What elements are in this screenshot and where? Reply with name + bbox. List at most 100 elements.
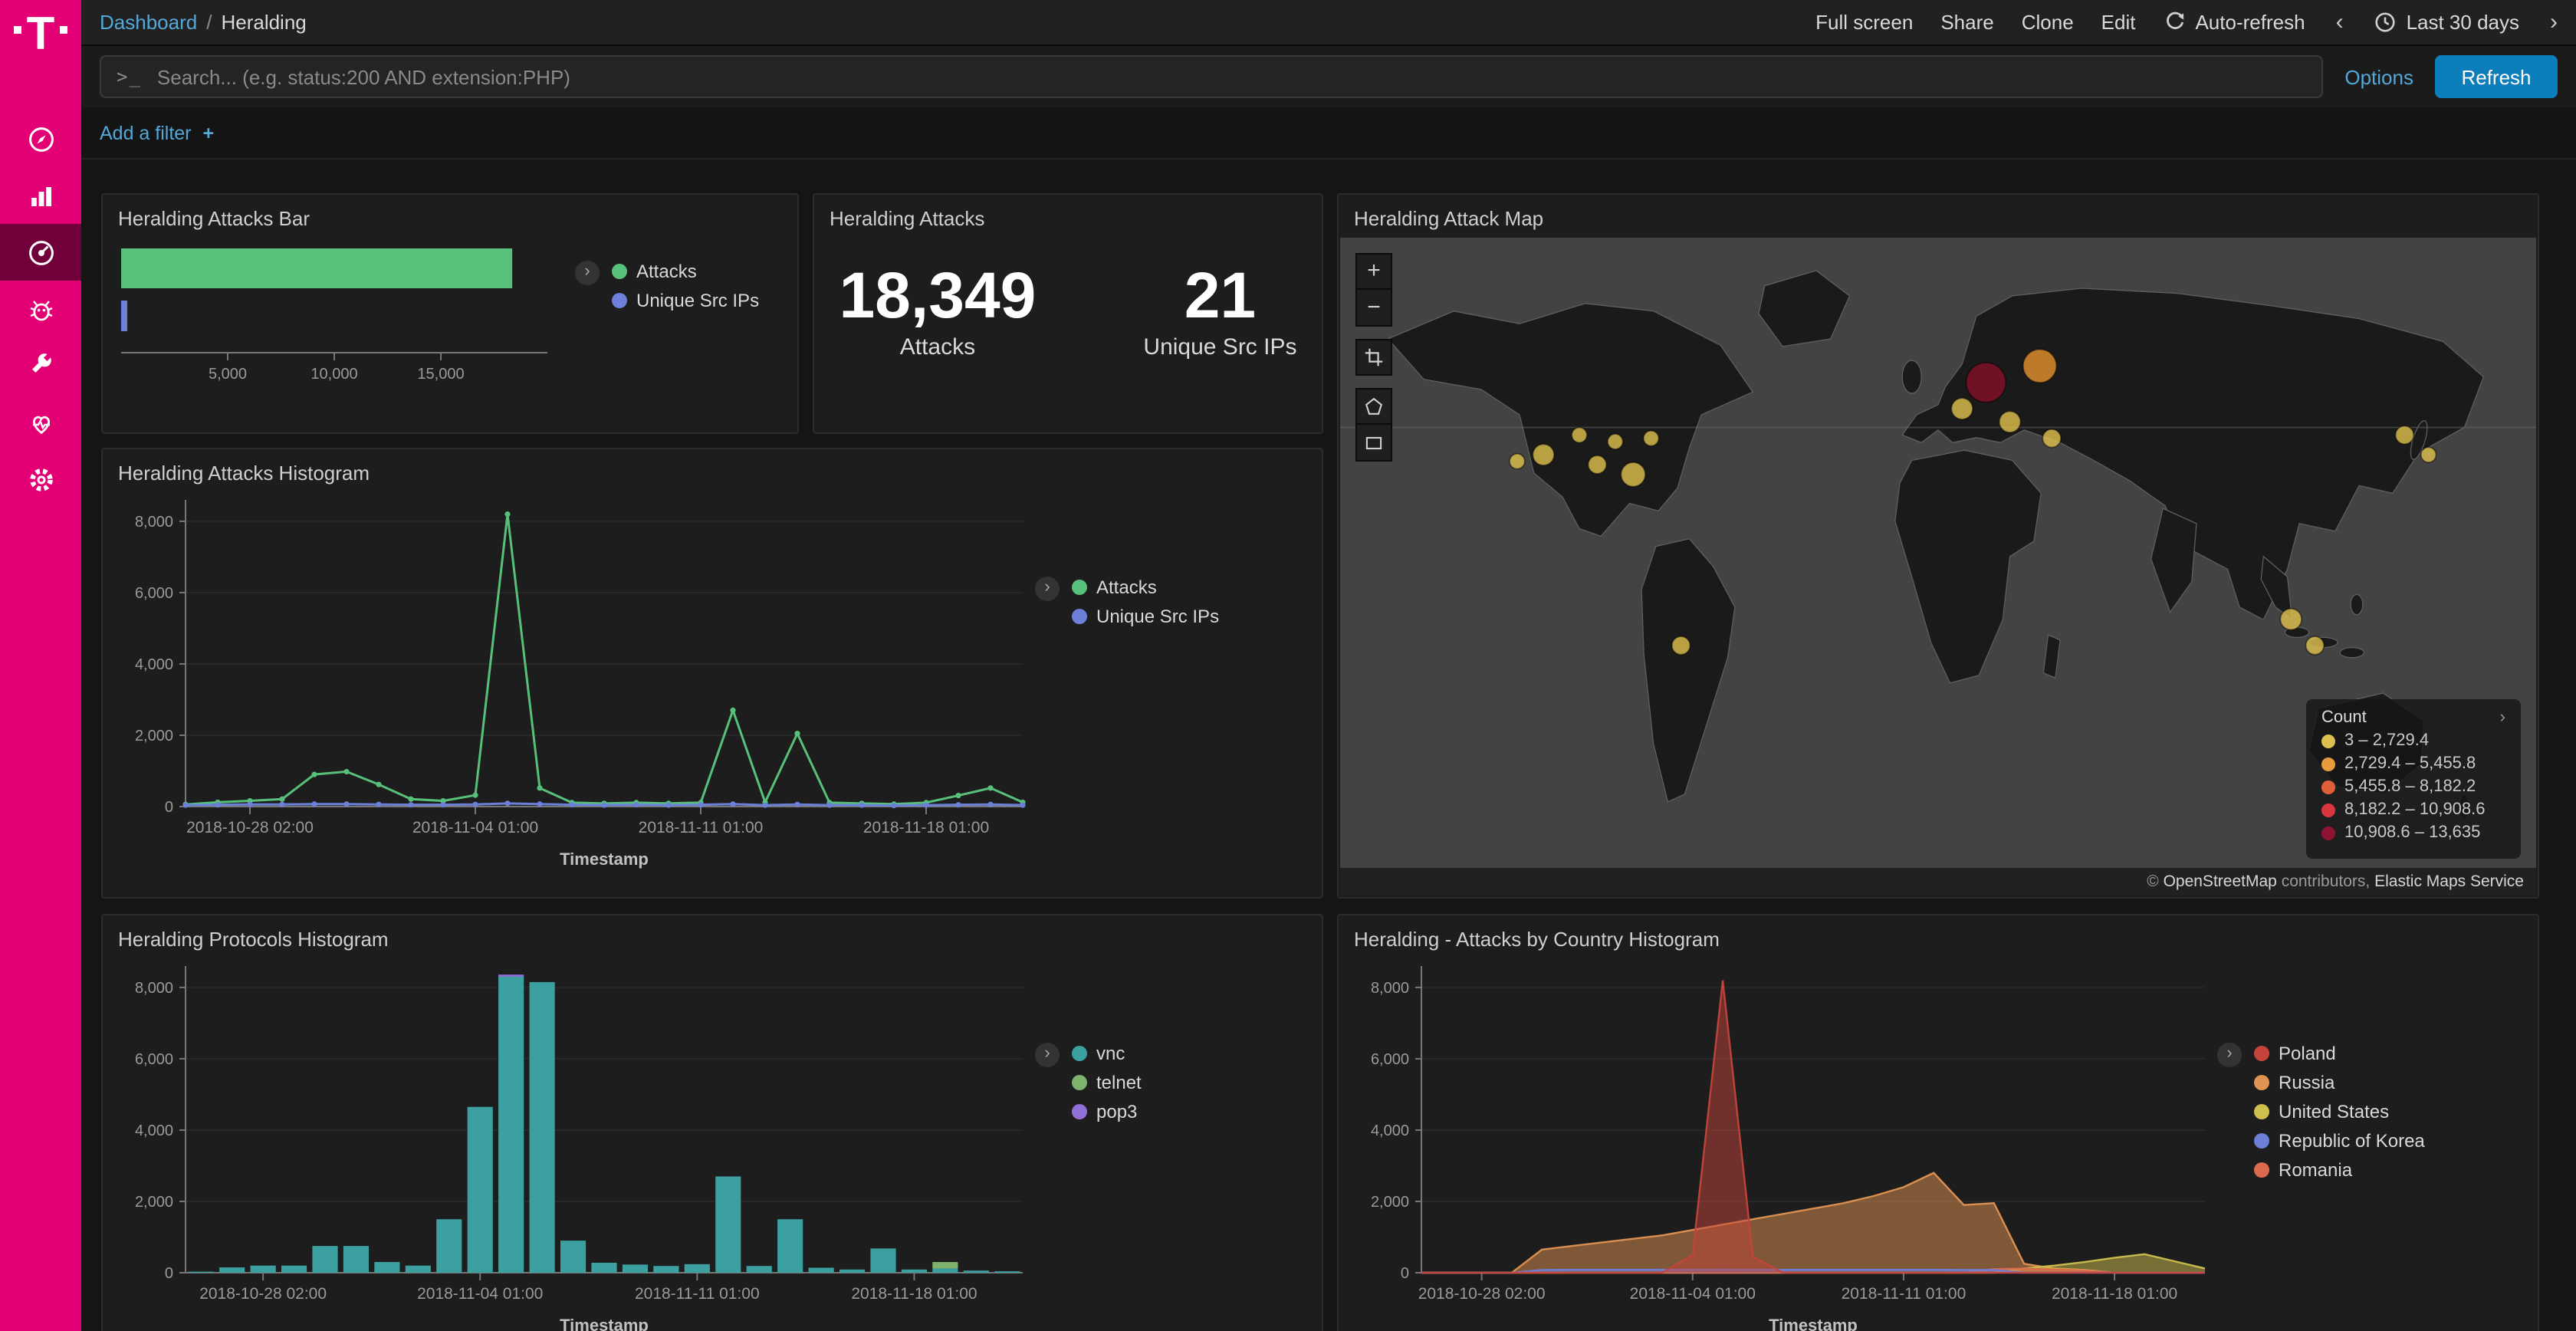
map-marker[interactable] <box>1999 411 2021 432</box>
draw-polygon-button[interactable] <box>1355 388 1392 425</box>
area-series[interactable] <box>1421 1173 2205 1273</box>
legend-item[interactable]: pop3 <box>1072 1101 1142 1122</box>
legend-item[interactable]: 3 – 2,729.4 <box>2321 731 2505 750</box>
legend-toggle-icon[interactable]: › <box>1035 577 1060 601</box>
bar-segment[interactable] <box>747 1266 772 1273</box>
map-marker[interactable] <box>1644 431 1659 446</box>
bar-segment[interactable] <box>468 1107 493 1273</box>
full-screen-button[interactable]: Full screen <box>1815 11 1913 34</box>
bar-segment[interactable] <box>251 1266 276 1273</box>
legend-item[interactable]: Poland <box>2254 1043 2425 1064</box>
bar-segment[interactable] <box>715 1176 741 1273</box>
legend-item[interactable]: United States <box>2254 1101 2425 1122</box>
sidebar-item-dashboard[interactable] <box>0 224 81 281</box>
bar-segment[interactable] <box>406 1266 431 1273</box>
legend-item[interactable]: vnc <box>1072 1043 1142 1064</box>
sidebar-item-discover[interactable] <box>0 110 81 167</box>
bar-segment[interactable] <box>809 1267 834 1273</box>
options-link[interactable]: Options <box>2344 65 2413 88</box>
bar-segment[interactable] <box>653 1266 678 1273</box>
bar-segment[interactable] <box>591 1263 616 1273</box>
sidebar-item-tools[interactable] <box>0 337 81 394</box>
openstreetmap-link[interactable]: OpenStreetMap <box>2164 873 2277 891</box>
hbar-Attacks[interactable] <box>121 248 512 288</box>
country-area-chart[interactable]: 02,0004,0006,0008,0002018-10-28 02:00201… <box>1351 957 2217 1331</box>
legend-item[interactable]: 8,182.2 – 10,908.6 <box>2321 800 2505 819</box>
bar-segment[interactable] <box>436 1219 462 1273</box>
map-marker[interactable] <box>2305 636 2324 655</box>
legend-item[interactable]: Romania <box>2254 1159 2425 1181</box>
sidebar-item-visualize[interactable] <box>0 167 81 224</box>
bar-segment[interactable] <box>994 1271 1020 1273</box>
bar-segment[interactable] <box>530 982 555 1273</box>
bar-segment[interactable] <box>343 1246 369 1273</box>
bar-segment[interactable] <box>189 1272 214 1273</box>
map-marker[interactable] <box>2280 609 2302 630</box>
hbar-Unique Src IPs[interactable] <box>121 301 127 331</box>
zoom-in-button[interactable]: + <box>1355 253 1392 290</box>
legend-toggle-icon[interactable]: › <box>1035 1043 1060 1067</box>
legend-item[interactable]: Unique Src IPs <box>1072 606 1219 627</box>
bar-segment[interactable] <box>840 1270 865 1273</box>
bar-segment[interactable] <box>498 974 524 977</box>
map-marker[interactable] <box>1967 363 2006 403</box>
elastic-maps-service-link[interactable]: Elastic Maps Service <box>2374 873 2524 891</box>
legend-collapse-icon[interactable]: › <box>2500 708 2505 727</box>
bar-segment[interactable] <box>219 1267 245 1273</box>
map-marker[interactable] <box>1533 444 1554 465</box>
search-input[interactable] <box>154 64 2306 90</box>
bar-segment[interactable] <box>312 1246 337 1273</box>
bar-segment[interactable] <box>777 1219 803 1273</box>
protocols-bar-chart[interactable]: 02,0004,0006,0008,0002018-10-28 02:00201… <box>115 957 1035 1331</box>
legend-toggle-icon[interactable]: › <box>575 261 600 285</box>
attacks-line-chart[interactable]: 02,0004,0006,0008,0002018-10-28 02:00201… <box>115 491 1035 874</box>
zoom-out-button[interactable]: − <box>1355 290 1392 327</box>
time-forward-chevron[interactable]: › <box>2547 9 2561 35</box>
legend-item[interactable]: Attacks <box>612 261 759 282</box>
bar-segment[interactable] <box>932 1262 958 1268</box>
bar-segment[interactable] <box>498 977 524 1273</box>
legend-item[interactable]: Russia <box>2254 1072 2425 1093</box>
search-input-wrap[interactable]: >_ <box>100 55 2323 98</box>
time-back-chevron[interactable]: ‹ <box>2333 9 2347 35</box>
map-marker[interactable] <box>1951 398 1973 419</box>
bar-segment[interactable] <box>964 1270 989 1273</box>
edit-button[interactable]: Edit <box>2101 11 2136 34</box>
sidebar-item-settings[interactable] <box>0 451 81 508</box>
line-series[interactable] <box>186 514 1023 805</box>
bar-segment[interactable] <box>932 1268 958 1273</box>
legend-toggle-icon[interactable]: › <box>2217 1043 2242 1067</box>
map-marker[interactable] <box>1672 636 1691 655</box>
bar-segment[interactable] <box>374 1262 399 1273</box>
bar-segment[interactable] <box>870 1248 895 1273</box>
legend-item[interactable]: 5,455.8 – 8,182.2 <box>2321 777 2505 796</box>
refresh-button[interactable]: Refresh <box>2435 55 2558 98</box>
sidebar-item-attack-bugs[interactable] <box>0 281 81 337</box>
fit-bounds-button[interactable] <box>1355 339 1392 376</box>
bar-segment[interactable] <box>560 1241 586 1273</box>
map-marker[interactable] <box>1608 434 1623 449</box>
auto-refresh-button[interactable]: Auto-refresh <box>2163 11 2305 34</box>
world-map[interactable]: + − <box>1340 238 2536 896</box>
time-range-picker[interactable]: Last 30 days <box>2374 11 2519 34</box>
add-filter-link[interactable]: Add a filter + <box>100 122 214 143</box>
breadcrumb-dashboard-link[interactable]: Dashboard <box>100 11 197 34</box>
attacks-bar-chart[interactable]: 5,00010,00015,000 <box>115 236 575 383</box>
map-marker[interactable] <box>2023 349 2057 383</box>
legend-item[interactable]: Republic of Korea <box>2254 1130 2425 1152</box>
bar-segment[interactable] <box>902 1270 927 1273</box>
draw-rectangle-button[interactable] <box>1355 425 1392 462</box>
map-marker[interactable] <box>1572 427 1587 442</box>
bar-segment[interactable] <box>685 1264 710 1273</box>
map-marker[interactable] <box>2042 429 2061 448</box>
map-marker[interactable] <box>2395 426 2413 444</box>
clone-button[interactable]: Clone <box>2022 11 2074 34</box>
legend-item[interactable]: 2,729.4 – 5,455.8 <box>2321 754 2505 773</box>
map-marker[interactable] <box>2421 447 2436 462</box>
map-marker[interactable] <box>1510 454 1525 469</box>
map-marker[interactable] <box>1588 455 1606 474</box>
legend-item[interactable]: 10,908.6 – 13,635 <box>2321 823 2505 842</box>
bar-segment[interactable] <box>623 1264 648 1273</box>
sidebar-item-health[interactable] <box>0 394 81 451</box>
legend-item[interactable]: Attacks <box>1072 577 1219 598</box>
